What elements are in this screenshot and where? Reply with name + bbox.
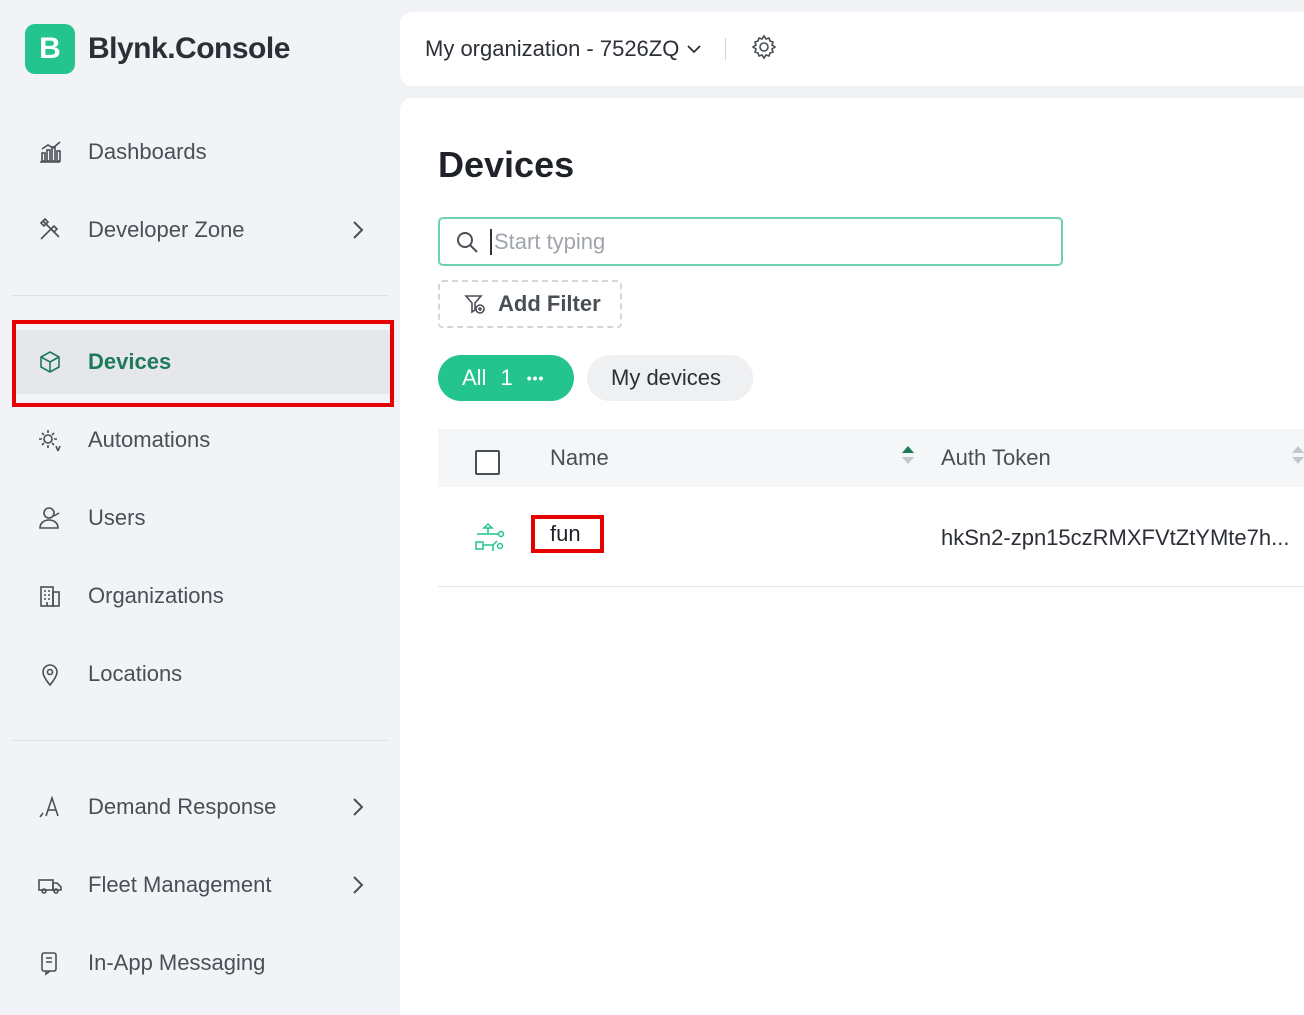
chevron-down-icon[interactable] <box>685 40 703 58</box>
sidebar-item-users[interactable]: Users <box>12 486 392 550</box>
more-icon[interactable]: ••• <box>527 370 545 386</box>
device-auth-token: hkSn2-zpn15czRMXFVtZtYMte7h... <box>941 525 1290 550</box>
pill-all-label: All <box>462 365 487 390</box>
chevron-right-icon <box>346 218 370 242</box>
add-filter-label: Add Filter <box>498 291 601 316</box>
search-icon <box>457 231 478 253</box>
sidebar-item-fleet-management[interactable]: Fleet Management <box>12 853 392 917</box>
sidebar: B Blynk.Console Dashboards Developer Zon… <box>0 0 400 1015</box>
sidebar-item-in-app-messaging[interactable]: In-App Messaging <box>12 931 392 995</box>
topbar-divider <box>725 38 727 60</box>
filter-icon <box>464 295 485 314</box>
sidebar-item-label: Users <box>88 505 146 530</box>
demand-response-icon <box>36 793 64 821</box>
tools-icon <box>36 216 64 244</box>
filter-pill-my-devices[interactable]: My devices <box>587 355 753 401</box>
automation-icon <box>36 426 64 454</box>
sidebar-item-label: Organizations <box>88 583 224 608</box>
select-all-checkbox[interactable] <box>475 450 500 475</box>
search-box[interactable] <box>438 217 1063 266</box>
column-header-name[interactable]: Name <box>550 445 609 471</box>
sidebar-item-organizations[interactable]: Organizations <box>12 564 392 628</box>
chevron-right-icon <box>346 795 370 819</box>
table-header: Name Auth Token <box>438 429 1304 487</box>
brand-logo[interactable]: B Blynk.Console <box>25 24 290 74</box>
search-input[interactable] <box>490 228 1050 255</box>
sidebar-item-label: In-App Messaging <box>88 950 266 975</box>
sidebar-item-label: Locations <box>88 661 183 686</box>
column-header-auth-token[interactable]: Auth Token <box>941 445 1051 471</box>
main-content: Devices Add Filter All 1 ••• My devices … <box>400 98 1304 1015</box>
add-filter-button[interactable]: Add Filter <box>438 280 622 328</box>
gear-icon[interactable] <box>750 33 778 66</box>
user-icon <box>36 504 64 532</box>
table-row[interactable]: fun hkSn2-zpn15czRMXFVtZtYMte7h... <box>438 487 1304 587</box>
app: B Blynk.Console Dashboards Developer Zon… <box>0 0 1304 1015</box>
sidebar-item-locations[interactable]: Locations <box>12 642 392 706</box>
sidebar-item-demand-response[interactable]: Demand Response <box>12 775 392 839</box>
top-bar: My organization - 7526ZQ <box>400 12 1304 86</box>
pill-all-count: 1 <box>500 365 513 390</box>
brand-name: Blynk.Console <box>88 32 290 65</box>
chevron-right-icon <box>346 873 370 897</box>
location-pin-icon <box>36 660 64 688</box>
sidebar-item-label: Demand Response <box>88 794 277 819</box>
building-icon <box>36 582 64 610</box>
truck-icon <box>36 871 64 899</box>
sidebar-item-automations[interactable]: Automations <box>12 408 392 472</box>
sidebar-item-label: Automations <box>88 427 211 452</box>
sidebar-item-label: Devices <box>88 349 172 374</box>
sidebar-item-devices[interactable]: Devices <box>12 330 392 394</box>
cube-icon <box>36 348 64 376</box>
sort-icon[interactable] <box>1292 446 1304 470</box>
organization-selector[interactable]: My organization - 7526ZQ <box>425 36 679 62</box>
bar-chart-icon <box>36 138 64 166</box>
device-name-link[interactable]: fun <box>550 521 581 547</box>
sidebar-item-dashboards[interactable]: Dashboards <box>12 120 392 184</box>
filter-pill-all[interactable]: All 1 ••• <box>438 355 574 401</box>
sidebar-divider <box>12 740 388 741</box>
pill-mine-label: My devices <box>611 365 722 390</box>
sidebar-item-label: Developer Zone <box>88 217 245 242</box>
brand-badge: B <box>25 24 75 74</box>
sidebar-divider <box>12 295 388 296</box>
page-title: Devices <box>438 144 575 185</box>
device-icon <box>471 520 507 556</box>
sidebar-item-label: Dashboards <box>88 139 207 164</box>
sidebar-item-label: Fleet Management <box>88 872 272 897</box>
sidebar-item-developer-zone[interactable]: Developer Zone <box>12 198 392 262</box>
message-icon <box>36 949 64 977</box>
sort-icon[interactable] <box>902 446 914 470</box>
